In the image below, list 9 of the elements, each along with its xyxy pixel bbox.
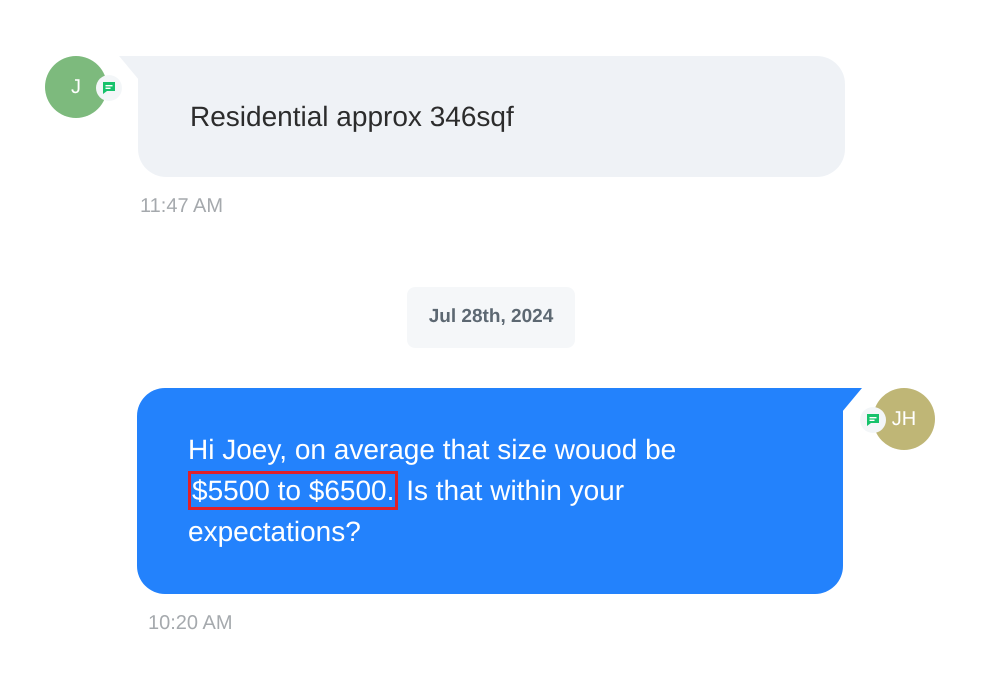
chat-icon [96, 75, 122, 101]
timestamp: 11:47 AM [140, 194, 224, 219]
timestamp: 10:20 AM [148, 610, 233, 636]
message-text: Hi Joey, on average that size wouod be $5500 to $6500. Is that within your expectations? [188, 432, 678, 549]
avatar: JH [873, 388, 935, 450]
message-text: Residential approx 346sqf [190, 100, 515, 134]
date-label: Jul 28th, 2024 [406, 287, 576, 348]
chat-icon [860, 406, 886, 432]
avatar: J [45, 56, 107, 118]
